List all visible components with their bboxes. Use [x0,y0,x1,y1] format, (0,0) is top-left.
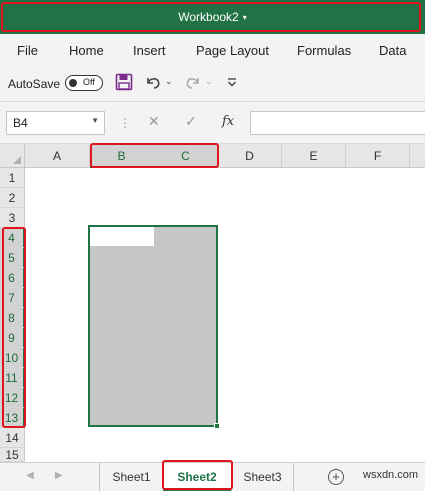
column-header-b[interactable]: B [90,144,154,168]
tab-file[interactable]: File [17,43,38,58]
tab-home[interactable]: Home [69,43,104,58]
ribbon-tabs: File Home Insert Page Layout Formulas Da… [0,34,425,67]
column-header-c[interactable]: C [154,144,218,168]
row-header-9[interactable]: 9 [0,328,25,348]
undo-dropdown-icon[interactable]: ⌄ [165,76,173,87]
autosave-toggle[interactable]: Off [65,75,103,91]
selected-range[interactable] [88,225,220,429]
formula-input[interactable] [250,111,425,135]
row-header-12[interactable]: 12 [0,388,25,408]
autosave-state: Off [83,77,95,87]
column-header-f[interactable]: F [346,144,410,168]
name-box-dropdown-icon[interactable]: ▼ [91,116,99,125]
select-all-corner[interactable] [0,144,25,168]
tab-insert[interactable]: Insert [133,43,166,58]
column-header-a[interactable]: A [25,144,90,168]
workbook-title[interactable]: Workbook2 [178,10,238,24]
name-box[interactable]: B4 ▼ [6,111,105,135]
fill-handle[interactable] [214,423,220,429]
row-header-1[interactable]: 1 [0,168,25,188]
redo-dropdown-icon[interactable]: ⌄ [205,76,213,87]
title-caret-icon[interactable]: ▾ [243,13,247,22]
row-header-3[interactable]: 3 [0,208,25,228]
watermark-text: wsxdn.com [363,469,419,481]
row-header-15[interactable]: 15 [0,448,25,462]
row-header-5[interactable]: 5 [0,248,25,268]
redo-icon[interactable] [184,73,202,96]
quick-access-toolbar: AutoSave Off ⌄ ⌄ [0,67,425,102]
column-header-e[interactable]: E [282,144,346,168]
save-icon[interactable] [115,73,133,96]
row-header-8[interactable]: 8 [0,308,25,328]
undo-icon[interactable] [144,73,162,96]
next-sheet-icon[interactable]: ▶ [55,470,63,481]
row-header-4[interactable]: 4 [0,228,25,248]
row-header-6[interactable]: 6 [0,268,25,288]
active-cell[interactable] [90,227,154,246]
select-all-icon [13,156,21,164]
insert-function-icon[interactable]: fx [222,114,234,129]
tab-page-layout[interactable]: Page Layout [196,43,269,58]
enter-icon[interactable]: ✓ [185,113,197,130]
row-header-11[interactable]: 11 [0,368,25,388]
formula-bar: B4 ▼ ⋮ ✕ ✓ fx [0,102,425,144]
row-header-14[interactable]: 14 [0,428,25,448]
row-header-13[interactable]: 13 [0,408,25,428]
customize-qat-icon[interactable] [226,73,238,94]
column-header-g-partial[interactable] [410,144,425,168]
sheet-tab-sheet1[interactable]: Sheet1 [99,463,163,491]
tab-formulas[interactable]: Formulas [297,43,351,58]
cancel-icon[interactable]: ✕ [148,113,160,130]
formula-bar-grip-icon[interactable]: ⋮ [119,116,131,130]
name-box-value: B4 [13,116,28,130]
toggle-knob [69,79,77,87]
prev-sheet-icon[interactable]: ◀ [26,470,34,481]
row-header-7[interactable]: 7 [0,288,25,308]
worksheet-grid[interactable] [26,168,425,462]
sheet-tab-sheet2[interactable]: Sheet2 [163,463,231,491]
row-header-2[interactable]: 2 [0,188,25,208]
tab-data[interactable]: Data [379,43,406,58]
column-header-d[interactable]: D [218,144,282,168]
sheet-tab-sheet3[interactable]: Sheet3 [231,463,294,491]
title-bar: Workbook2 ▾ [0,0,425,34]
row-header-10[interactable]: 10 [0,348,25,368]
add-sheet-icon[interactable]: + [328,469,344,485]
autosave-label: AutoSave [8,77,61,91]
sheet-tab-bar: ◀ ▶ Sheet1 Sheet2 Sheet3 + [0,462,425,491]
